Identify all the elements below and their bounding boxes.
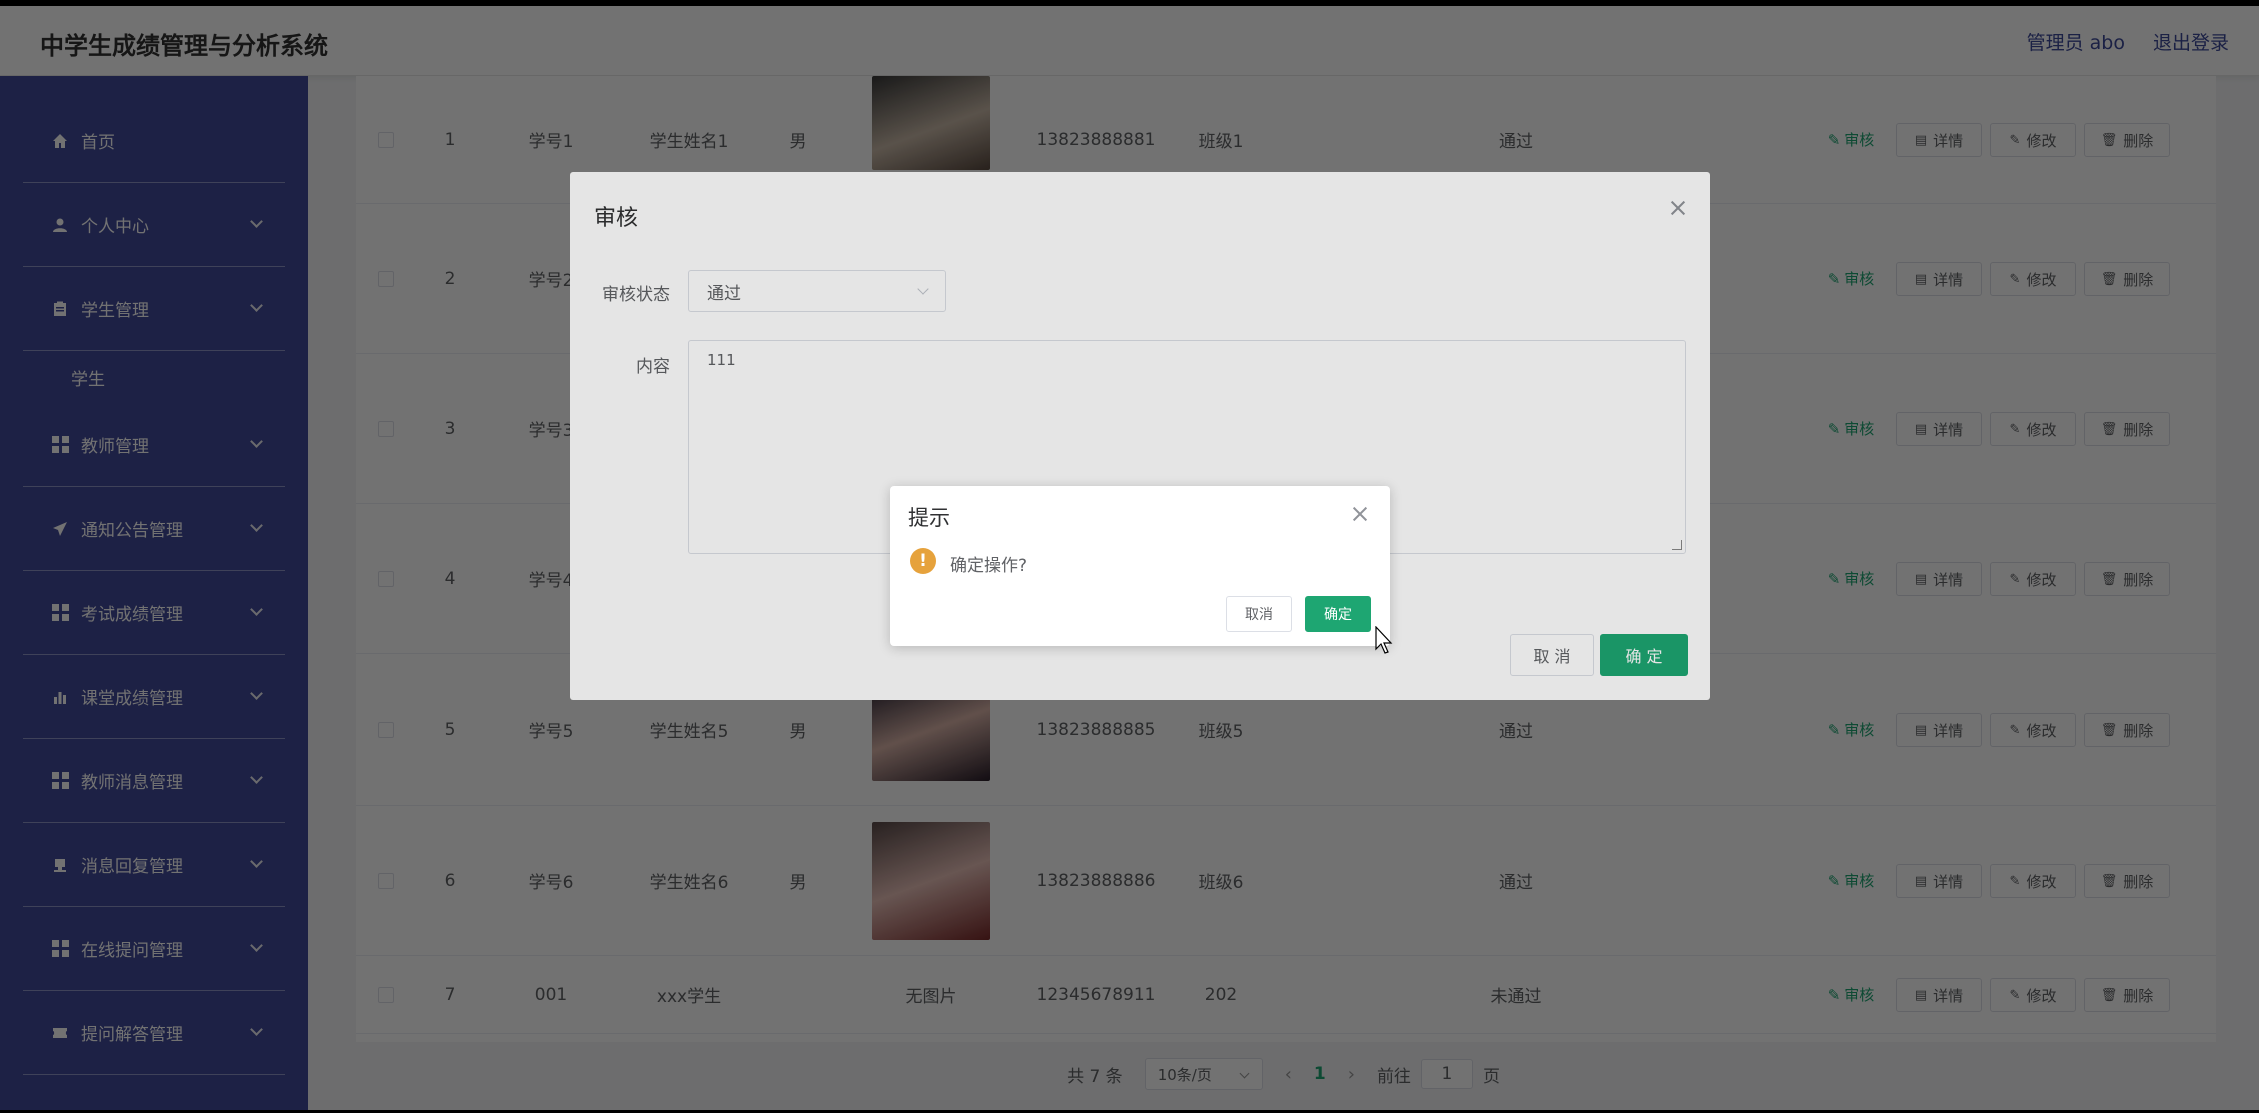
confirm-cancel-button[interactable]: 取消	[1226, 596, 1292, 632]
confirm-dialog: 提示 ! 确定操作? 取消 确定	[890, 486, 1390, 646]
warning-icon: !	[910, 548, 936, 574]
close-icon[interactable]	[1352, 506, 1368, 522]
confirm-ok-button[interactable]: 确定	[1305, 596, 1371, 632]
confirm-dialog-title: 提示	[908, 506, 950, 530]
app-window: 中学生成绩管理与分析系统 管理员 abo 退出登录 首页 个人中心 学生管理	[0, 6, 2259, 1110]
mouse-cursor-icon	[1375, 626, 1393, 654]
confirm-message: 确定操作?	[950, 556, 1028, 576]
